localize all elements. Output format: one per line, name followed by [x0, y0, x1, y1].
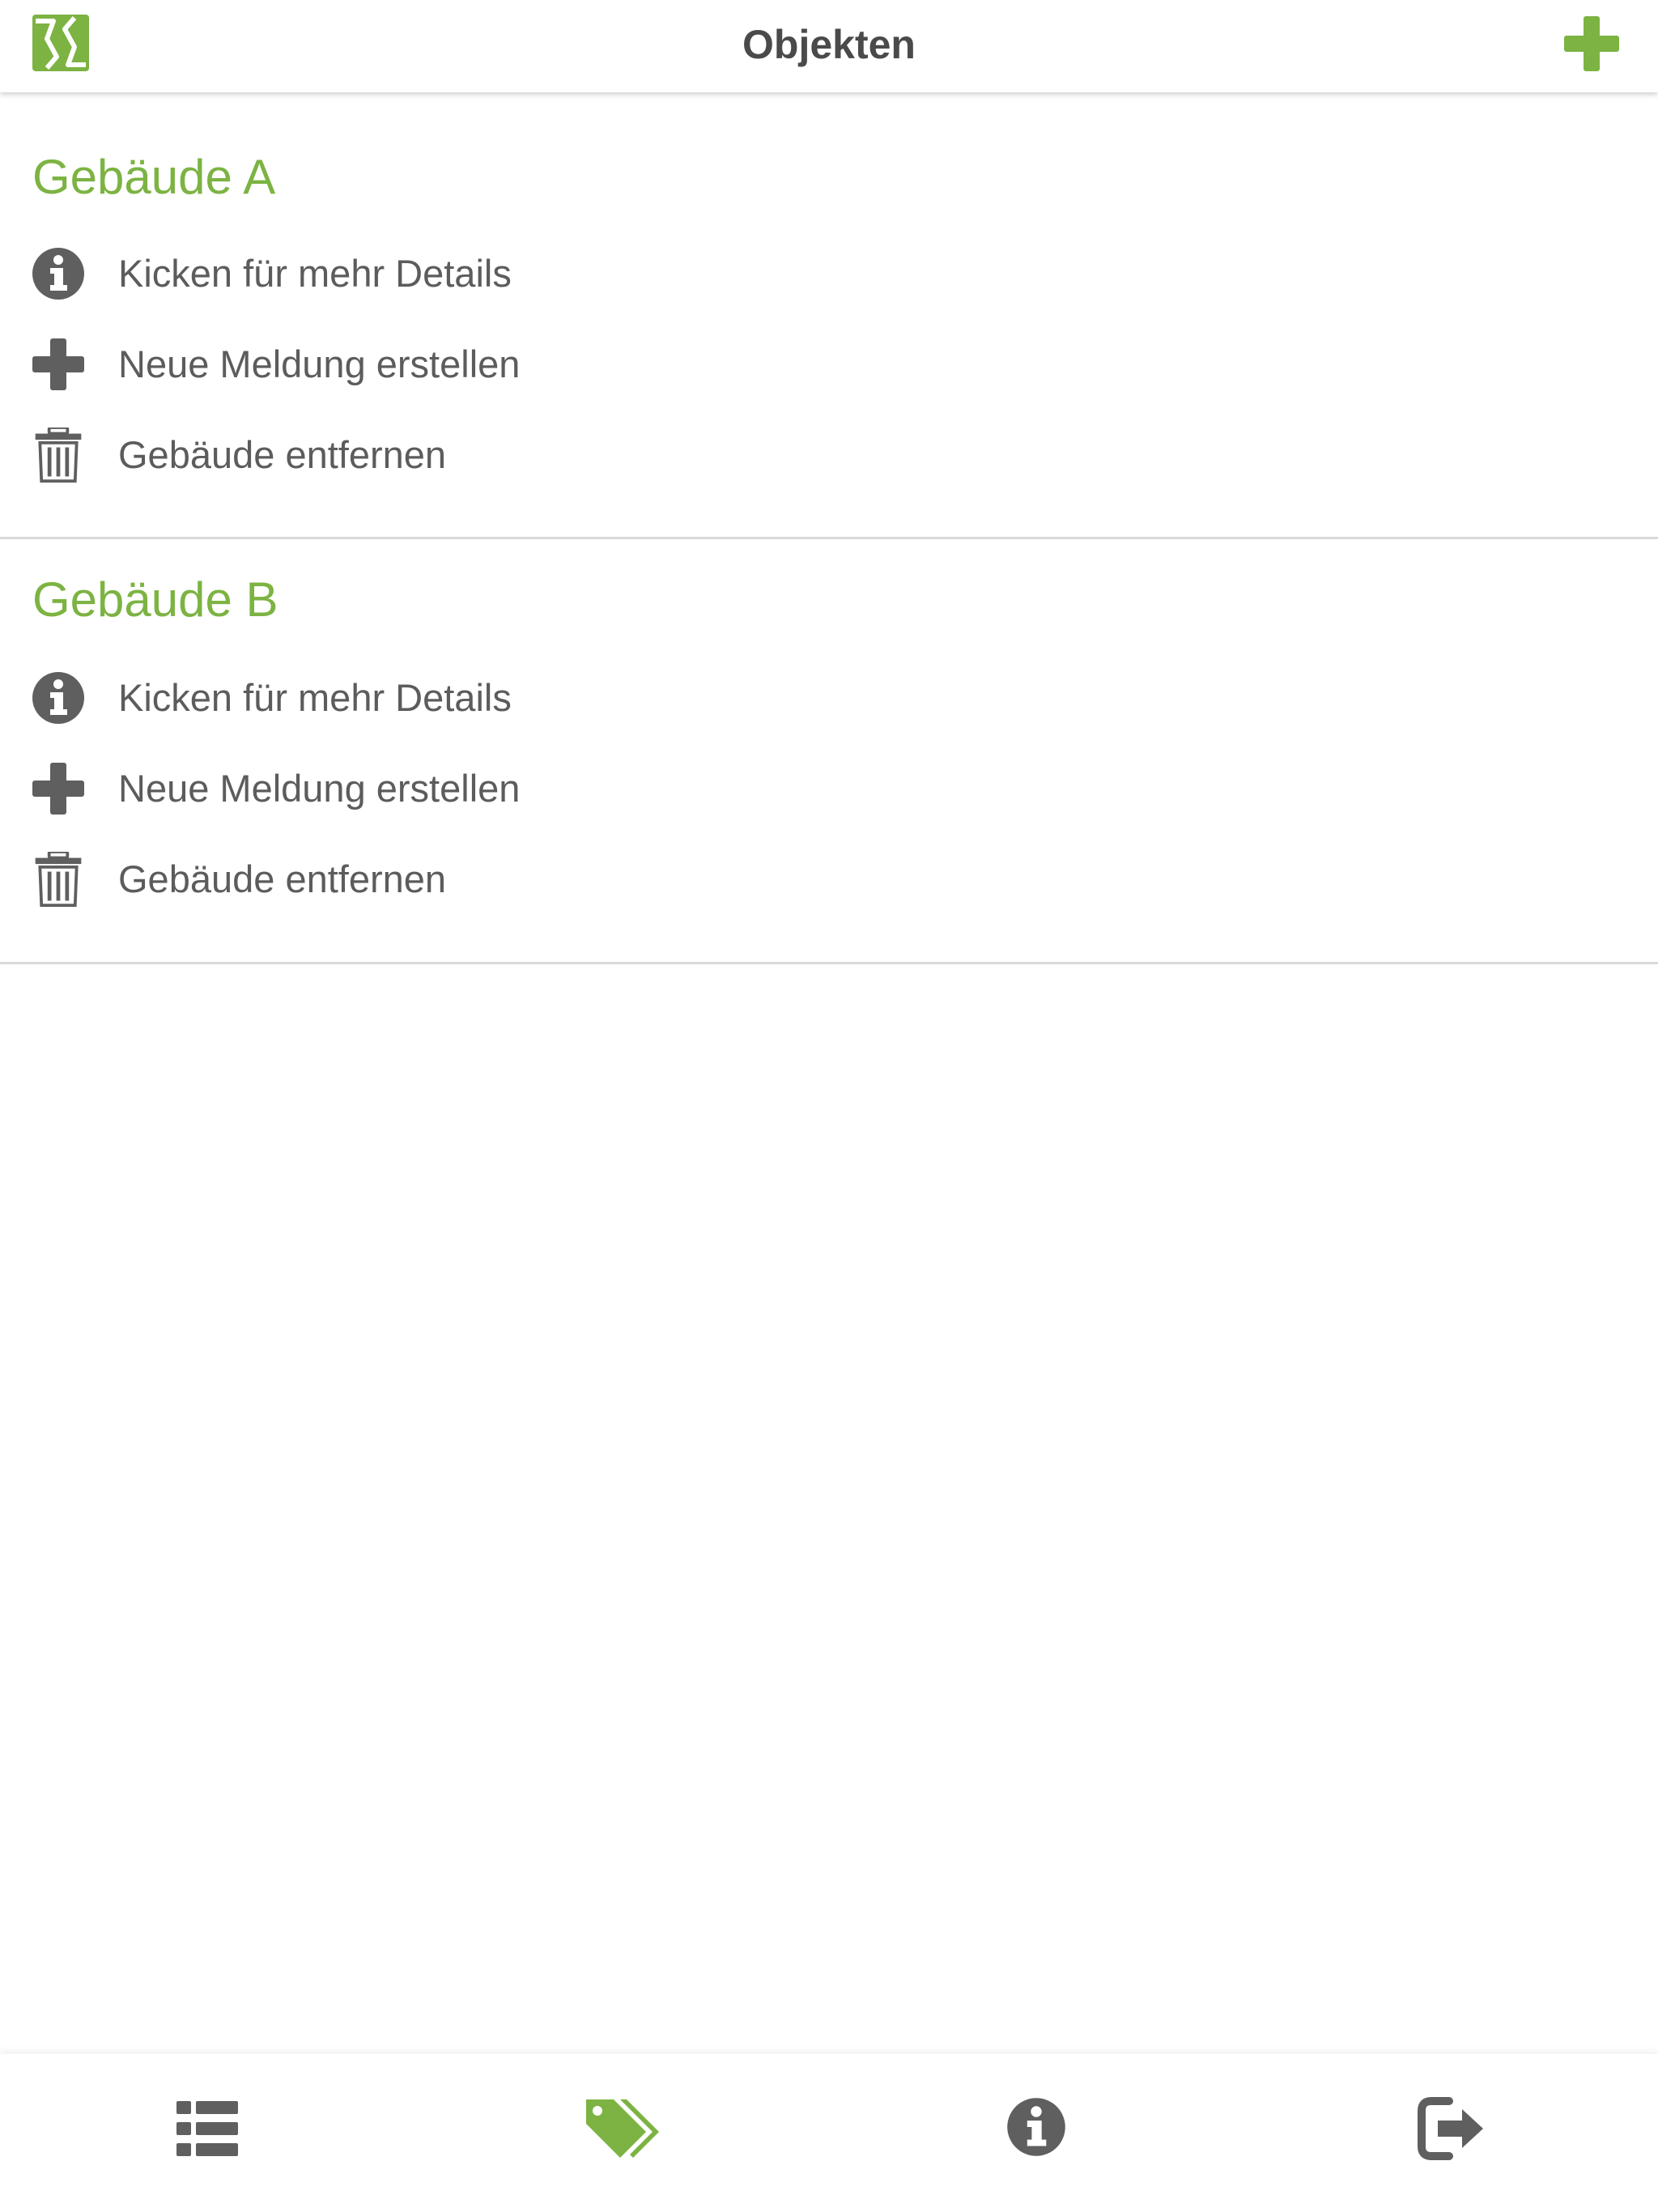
info-icon — [32, 672, 84, 724]
building-section-b: Gebäude B Kicken für mehr Details Neue M… — [0, 539, 1658, 964]
building-title: Gebäude B — [32, 572, 278, 627]
plus-icon — [32, 338, 84, 390]
details-row[interactable]: Kicken für mehr Details — [0, 235, 729, 313]
building-title: Gebäude A — [32, 150, 276, 204]
row-label: Kicken für mehr Details — [118, 676, 512, 719]
details-row[interactable]: Kicken für mehr Details — [0, 659, 729, 737]
app-header: Objekten — [0, 0, 1658, 92]
tab-tags[interactable] — [414, 2054, 829, 2212]
row-label: Gebäude entfernen — [118, 433, 447, 476]
bottom-tab-bar — [0, 2054, 1658, 2212]
tab-info[interactable] — [829, 2054, 1244, 2212]
remove-building-row[interactable]: Gebäude entfernen — [0, 840, 729, 918]
row-label: Neue Meldung erstellen — [118, 342, 521, 385]
tags-icon — [586, 2099, 659, 2158]
plus-icon — [32, 763, 84, 815]
row-label: Neue Meldung erstellen — [118, 767, 521, 810]
info-icon — [1007, 2098, 1065, 2156]
trash-icon — [35, 428, 82, 483]
row-label: Gebäude entfernen — [118, 857, 447, 900]
new-report-row[interactable]: Neue Meldung erstellen — [0, 325, 729, 403]
logout-icon — [1418, 2097, 1483, 2160]
tab-logout[interactable] — [1244, 2054, 1658, 2212]
list-icon — [176, 2101, 238, 2156]
building-section-a: Gebäude A Kicken für mehr Details Neue M… — [0, 92, 1658, 539]
info-icon — [32, 248, 84, 300]
new-report-row[interactable]: Neue Meldung erstellen — [0, 750, 729, 827]
remove-building-row[interactable]: Gebäude entfernen — [0, 416, 729, 494]
page-title: Objekten — [742, 22, 916, 67]
tab-list[interactable] — [0, 2054, 414, 2212]
trash-icon — [35, 852, 82, 907]
row-label: Kicken für mehr Details — [118, 252, 512, 295]
add-building-button[interactable] — [1562, 15, 1621, 73]
